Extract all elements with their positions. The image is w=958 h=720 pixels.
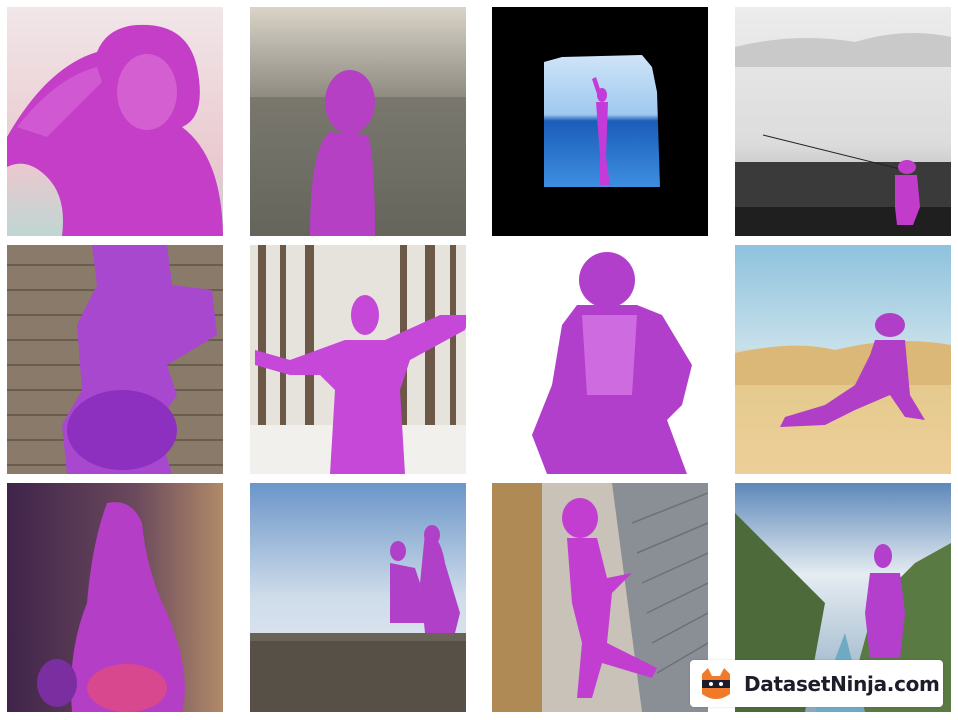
photo-tile-10: [250, 483, 466, 712]
ninja-cat-icon: [702, 667, 730, 699]
photo-tile-5: [7, 245, 223, 474]
brand-name: DatasetNinja.com: [744, 671, 940, 696]
photo-tile-6: [250, 245, 466, 474]
photo-tile-4: [735, 7, 951, 236]
photo-tile-7: [492, 245, 708, 474]
photo-tile-11: [492, 483, 708, 712]
photo-tile-1: [7, 7, 223, 236]
photo-tile-3: [492, 7, 708, 236]
photo-tile-9: [7, 483, 223, 712]
photo-tile-2: [250, 7, 466, 236]
photo-tile-8: [735, 245, 951, 474]
datasetninja-watermark: DatasetNinja.com: [690, 660, 943, 707]
